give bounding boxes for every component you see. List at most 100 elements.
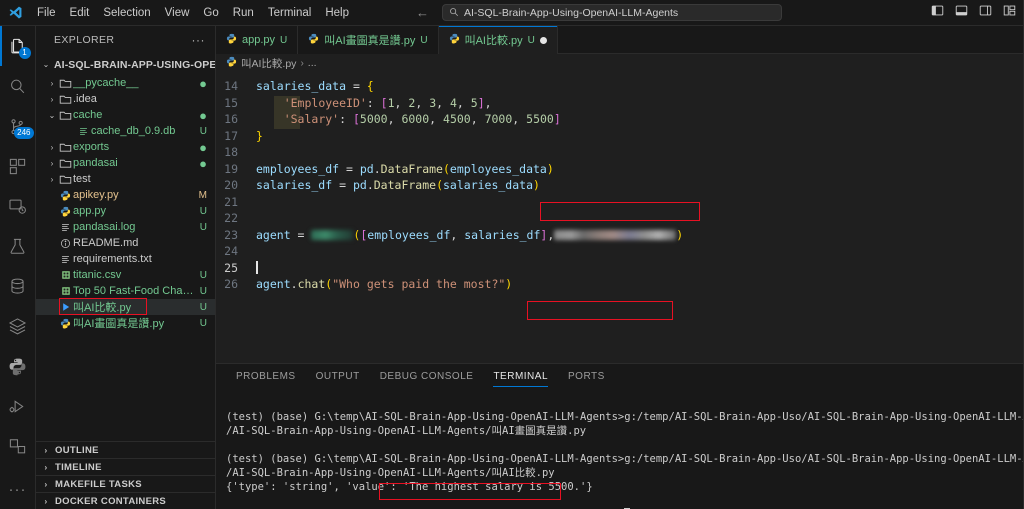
editor-tab-status: U xyxy=(420,34,428,46)
tree-item[interactable]: › pandasai ● xyxy=(36,155,215,171)
title-bar: File Edit Selection View Go Run Terminal… xyxy=(0,0,1024,26)
workspace-root-row[interactable]: ⌄ AI-SQL-BRAIN-APP-USING-OPENAI-LL... xyxy=(36,54,215,75)
sidebar-panel-docker-containers[interactable]: › DOCKER CONTAINERS xyxy=(36,492,215,509)
python-file-icon xyxy=(58,318,73,329)
activity-testing[interactable] xyxy=(0,226,36,266)
tree-item[interactable]: app.py U xyxy=(36,203,215,219)
activity-extensions[interactable] xyxy=(0,146,36,186)
command-center-search[interactable]: AI-SQL-Brain-App-Using-OpenAI-LLM-Agents xyxy=(442,4,782,21)
editor-tab-status: U xyxy=(527,34,535,46)
editor-tab-status: U xyxy=(280,34,288,46)
code-text: agent.chat("Who gets paid the most?") xyxy=(256,277,513,291)
explorer-more-actions-icon[interactable]: ··· xyxy=(192,33,206,47)
activity-explorer[interactable]: 1 xyxy=(0,26,36,66)
line-number: 21 xyxy=(224,194,238,209)
activity-layers[interactable] xyxy=(0,306,36,346)
sidebar-panel-timeline[interactable]: › TIMELINE xyxy=(36,458,215,475)
code-text: 'EmployeeID': [1, 2, 3, 4, 5], xyxy=(283,95,492,110)
tree-item[interactable]: requirements.txt xyxy=(36,251,215,267)
breadcrumb-file[interactable]: 叫AI比較.py xyxy=(241,56,296,71)
unsaved-indicator-icon[interactable] xyxy=(539,36,547,44)
code-line-16: 16 'Salary': [5000, 6000, 4500, 7000, 55… xyxy=(216,111,1024,128)
text-file-icon xyxy=(58,254,73,265)
menu-edit[interactable]: Edit xyxy=(63,4,97,22)
activity-more[interactable]: ··· xyxy=(0,469,36,509)
activity-docker[interactable] xyxy=(0,426,36,466)
terminal-blank-line-2 xyxy=(226,438,1024,452)
activity-python[interactable] xyxy=(0,346,36,386)
activity-database[interactable] xyxy=(0,266,36,306)
activity-source-control[interactable]: 246 xyxy=(0,106,36,146)
code-line-22: 22 xyxy=(216,210,1024,227)
chevron-right-icon: › xyxy=(50,174,54,184)
text-cursor xyxy=(256,260,258,274)
tree-item[interactable]: titanic.csv U xyxy=(36,267,215,283)
tree-item-label: 叫AI比較.py xyxy=(73,302,132,314)
chevron-right-icon: › xyxy=(50,142,54,152)
activity-run-debug[interactable] xyxy=(0,386,36,426)
editor-tab[interactable]: 叫AI畫圖真是讚.py U xyxy=(298,26,439,54)
python-file-icon xyxy=(308,33,319,47)
folder-icon xyxy=(58,109,73,122)
menu-run[interactable]: Run xyxy=(226,4,261,22)
tree-item-label: README.md xyxy=(73,237,139,249)
tree-item[interactable]: cache_db_0.9.db U xyxy=(36,123,215,139)
panel-tab-output[interactable]: OUTPUT xyxy=(306,364,370,388)
tree-item[interactable]: Top 50 Fast-Food Chains in ...U xyxy=(36,283,215,299)
tree-item[interactable]: README.md xyxy=(36,235,215,251)
tree-item-label: Top 50 Fast-Food Chains in ... xyxy=(73,285,196,297)
panel-tab-debug-console[interactable]: DEBUG CONSOLE xyxy=(370,364,484,388)
panel-tab-ports[interactable]: PORTS xyxy=(558,364,615,388)
menu-go[interactable]: Go xyxy=(196,4,225,22)
toggle-panel-icon[interactable] xyxy=(955,4,968,22)
tree-item-status: ● xyxy=(199,75,207,91)
code-editor[interactable]: 14 salaries_data = { 15 'EmployeeID': [1… xyxy=(216,72,1024,363)
menu-help[interactable]: Help xyxy=(318,4,356,22)
menu-file[interactable]: File xyxy=(30,4,63,22)
menu-view[interactable]: View xyxy=(158,4,197,22)
chevron-right-icon: › xyxy=(50,158,54,168)
code-line-24: 24 xyxy=(216,243,1024,260)
tree-item[interactable]: › exports ● xyxy=(36,139,215,155)
breadcrumb-rest[interactable]: ... xyxy=(308,57,317,69)
vscode-logo-icon xyxy=(0,5,30,20)
editor-tab[interactable]: app.py U xyxy=(216,26,299,54)
tree-item-label: pandasai xyxy=(73,157,118,169)
tree-item[interactable]: › test xyxy=(36,171,215,187)
back-arrow-icon[interactable]: ← xyxy=(416,6,429,19)
tree-item[interactable]: › .idea xyxy=(36,91,215,107)
terminal-output[interactable]: (test) (base) G:\temp\AI-SQL-Brain-App-U… xyxy=(216,388,1024,509)
tree-item-label: requirements.txt xyxy=(73,253,152,265)
customize-layout-icon[interactable] xyxy=(1003,4,1016,22)
tree-item[interactable]: 叫AI畫圖真是讚.py U xyxy=(36,315,215,331)
editor-tab-label: app.py xyxy=(242,34,276,46)
sidebar-panel-label: DOCKER CONTAINERS xyxy=(55,495,167,507)
toggle-primary-sidebar-icon[interactable] xyxy=(931,4,944,22)
editor-tab[interactable]: 叫AI比較.py U xyxy=(438,26,558,54)
chevron-right-icon: › xyxy=(44,496,48,506)
chevron-right-icon: › xyxy=(50,78,54,88)
tree-item[interactable]: › __pycache__ ● xyxy=(36,75,215,91)
tree-item[interactable]: ⌄ cache ● xyxy=(36,107,215,123)
menu-bar: File Edit Selection View Go Run Terminal… xyxy=(30,4,356,22)
tree-item[interactable]: 叫AI比較.py U xyxy=(36,298,215,315)
folder-icon xyxy=(58,173,73,186)
vscode-window: File Edit Selection View Go Run Terminal… xyxy=(0,0,1024,509)
code-text: agent = ([employees_df, salaries_df],) xyxy=(256,227,684,242)
sidebar-panel-outline[interactable]: › OUTLINE xyxy=(36,441,215,458)
terminal-line-5: /AI-SQL-Brain-App-Using-OpenAI-LLM-Agent… xyxy=(226,467,555,479)
panel-tab-problems[interactable]: PROBLEMS xyxy=(226,364,306,388)
tree-item[interactable]: pandasai.log U xyxy=(36,219,215,235)
toggle-secondary-sidebar-icon[interactable] xyxy=(979,4,992,22)
menu-terminal[interactable]: Terminal xyxy=(261,4,318,22)
terminal-line-2: /AI-SQL-Brain-App-Using-OpenAI-LLM-Agent… xyxy=(226,425,587,437)
menu-selection[interactable]: Selection xyxy=(96,4,157,22)
chevron-right-icon: › xyxy=(44,462,48,472)
panel-tab-terminal[interactable]: TERMINAL xyxy=(483,364,558,388)
tree-item[interactable]: apikey.py M xyxy=(36,187,215,203)
sidebar-panel-makefile-tasks[interactable]: › MAKEFILE TASKS xyxy=(36,475,215,492)
activity-remote-explorer[interactable] xyxy=(0,186,36,226)
activity-search[interactable] xyxy=(0,66,36,106)
line-number: 18 xyxy=(224,145,238,159)
tree-item-label: test xyxy=(73,173,91,185)
